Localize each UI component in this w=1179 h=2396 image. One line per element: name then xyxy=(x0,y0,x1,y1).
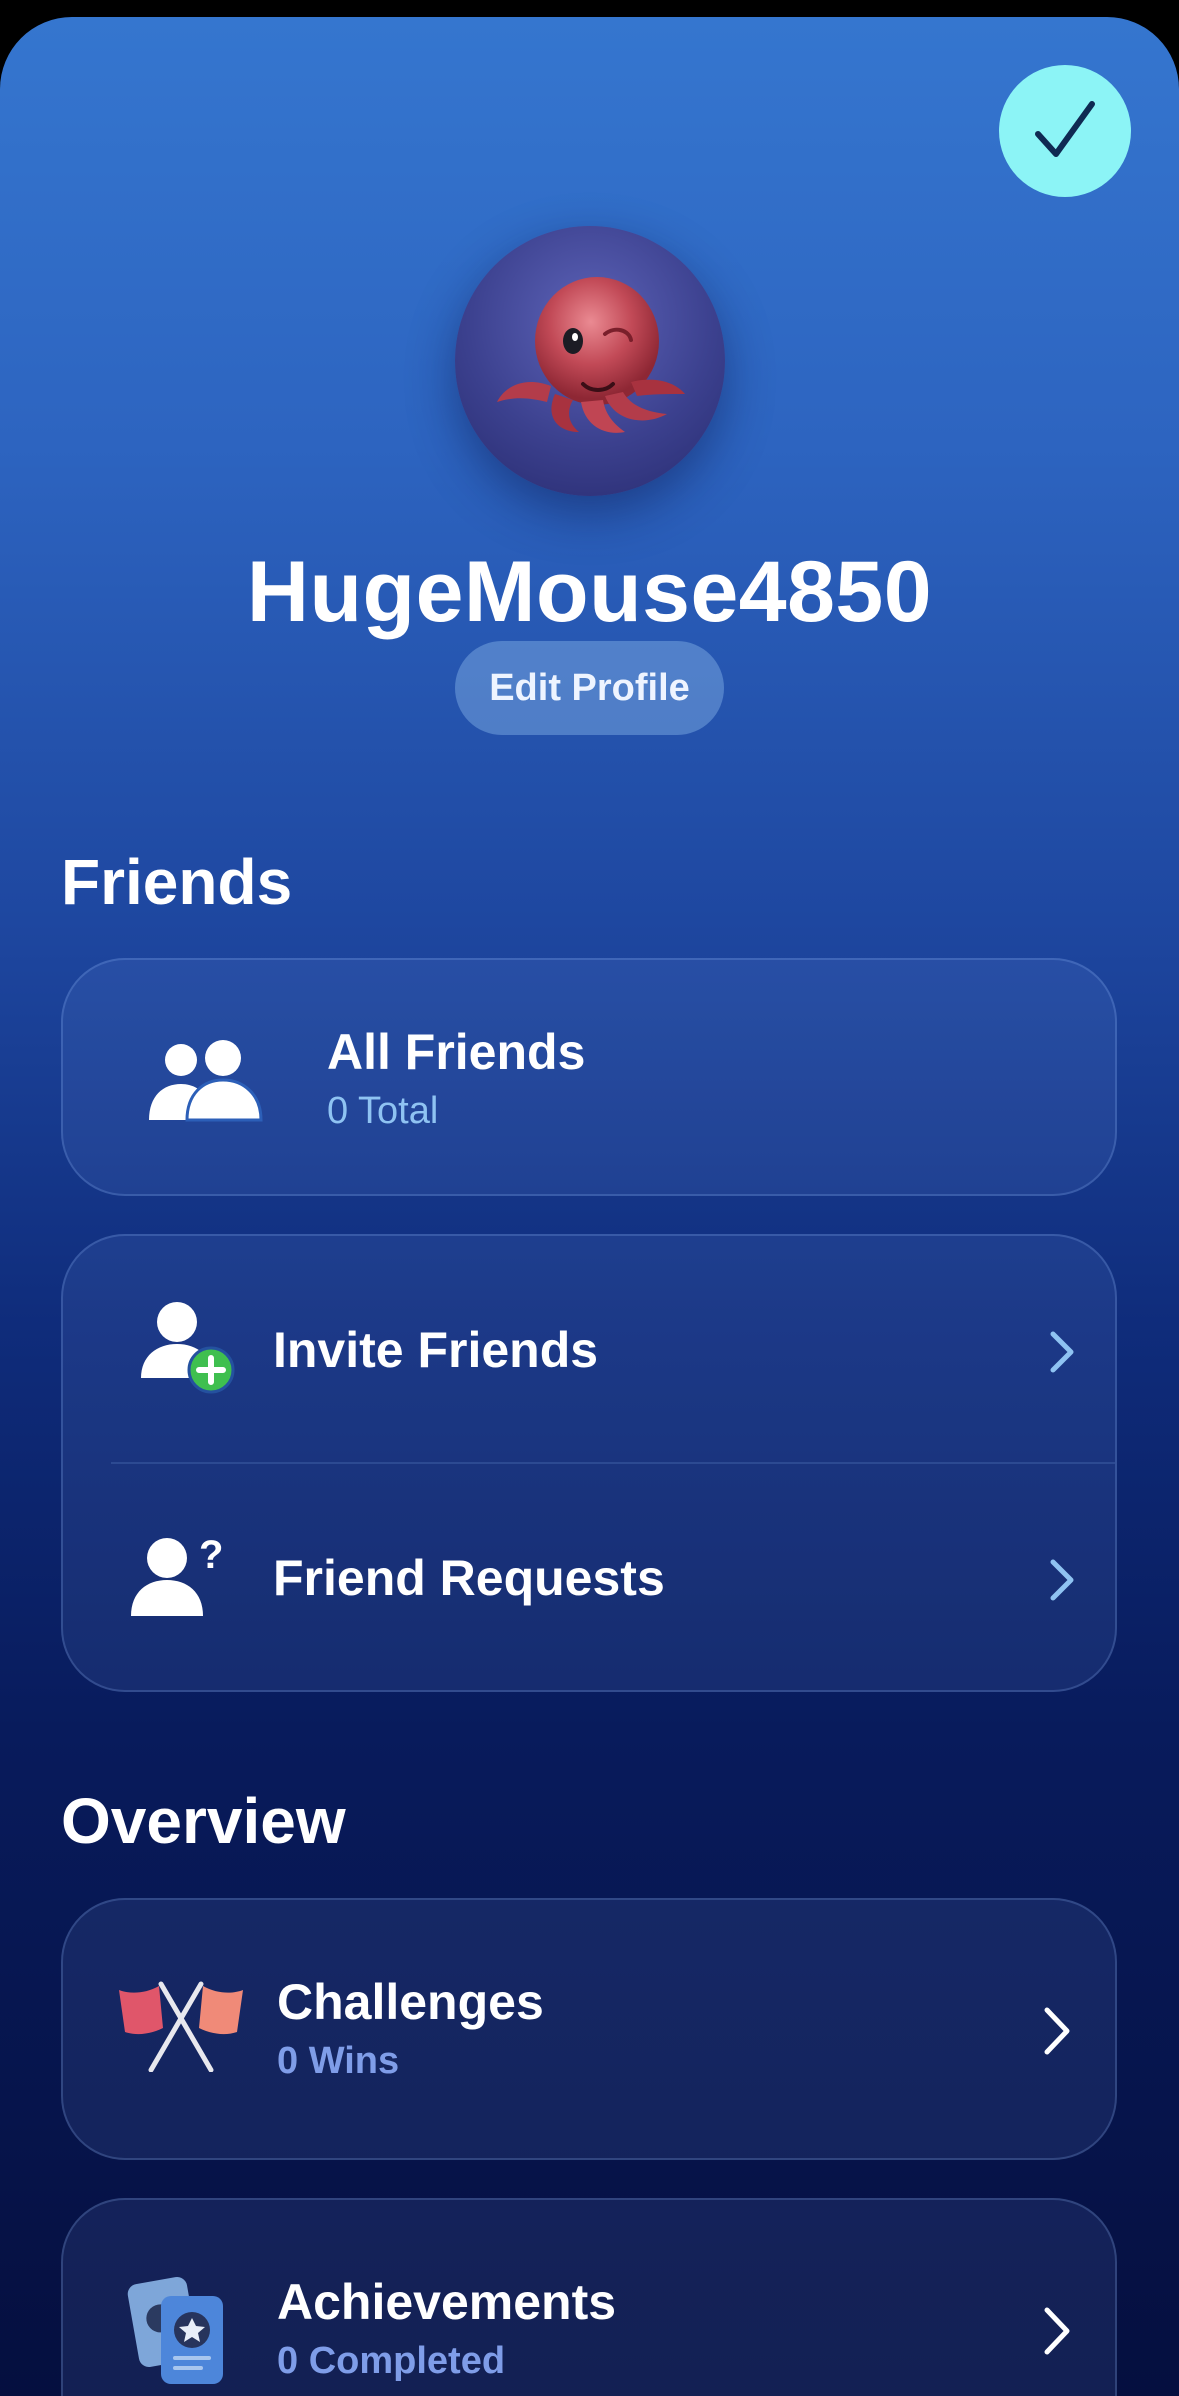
done-button[interactable] xyxy=(999,65,1131,197)
person-question-icon: ? xyxy=(131,1534,223,1616)
challenges-label: Challenges xyxy=(277,1974,544,2030)
achievements-label: Achievements xyxy=(277,2274,617,2330)
svg-text:?: ? xyxy=(199,1534,223,1577)
invite-friends-label: Invite Friends xyxy=(273,1322,599,1378)
achievements-completed: 0 Completed xyxy=(277,2340,506,2382)
person-plus-icon xyxy=(141,1302,235,1394)
edit-profile-button[interactable]: Edit Profile xyxy=(455,641,724,735)
chevron-right-icon xyxy=(1044,2007,1070,2055)
friends-actions-card: Invite Friends ? Friend Requests xyxy=(61,1234,1117,1692)
checkmark-icon xyxy=(1035,101,1095,157)
chevron-right-icon xyxy=(1044,2307,1070,2355)
challenges-wins: 0 Wins xyxy=(277,2040,400,2082)
two-people-icon xyxy=(149,1040,263,1122)
friend-requests-label: Friend Requests xyxy=(273,1550,665,1606)
badge-cards-icon xyxy=(127,2277,223,2384)
all-friends-label: All Friends xyxy=(327,1024,586,1080)
friends-section-title: Friends xyxy=(61,846,293,918)
all-friends-count: 0 Total xyxy=(327,1090,439,1132)
overview-section-title: Overview xyxy=(61,1785,346,1857)
challenges-card[interactable]: Challenges 0 Wins xyxy=(61,1898,1117,2160)
invite-friends-row[interactable]: Invite Friends xyxy=(63,1236,1115,1463)
avatar[interactable] xyxy=(455,226,725,496)
profile-sheet: HugeMouse4850 Edit Profile Friends All F… xyxy=(0,17,1179,2396)
crossed-flags-icon xyxy=(119,1981,243,2072)
octopus-avatar-icon xyxy=(497,277,685,433)
friend-requests-row[interactable]: ? Friend Requests xyxy=(63,1464,1115,1692)
chevron-right-icon xyxy=(1050,1559,1074,1601)
chevron-right-icon xyxy=(1050,1331,1074,1373)
all-friends-card[interactable]: All Friends 0 Total xyxy=(61,958,1117,1196)
username: HugeMouse4850 xyxy=(246,544,933,640)
achievements-card[interactable]: Achievements 0 Completed xyxy=(61,2198,1117,2396)
